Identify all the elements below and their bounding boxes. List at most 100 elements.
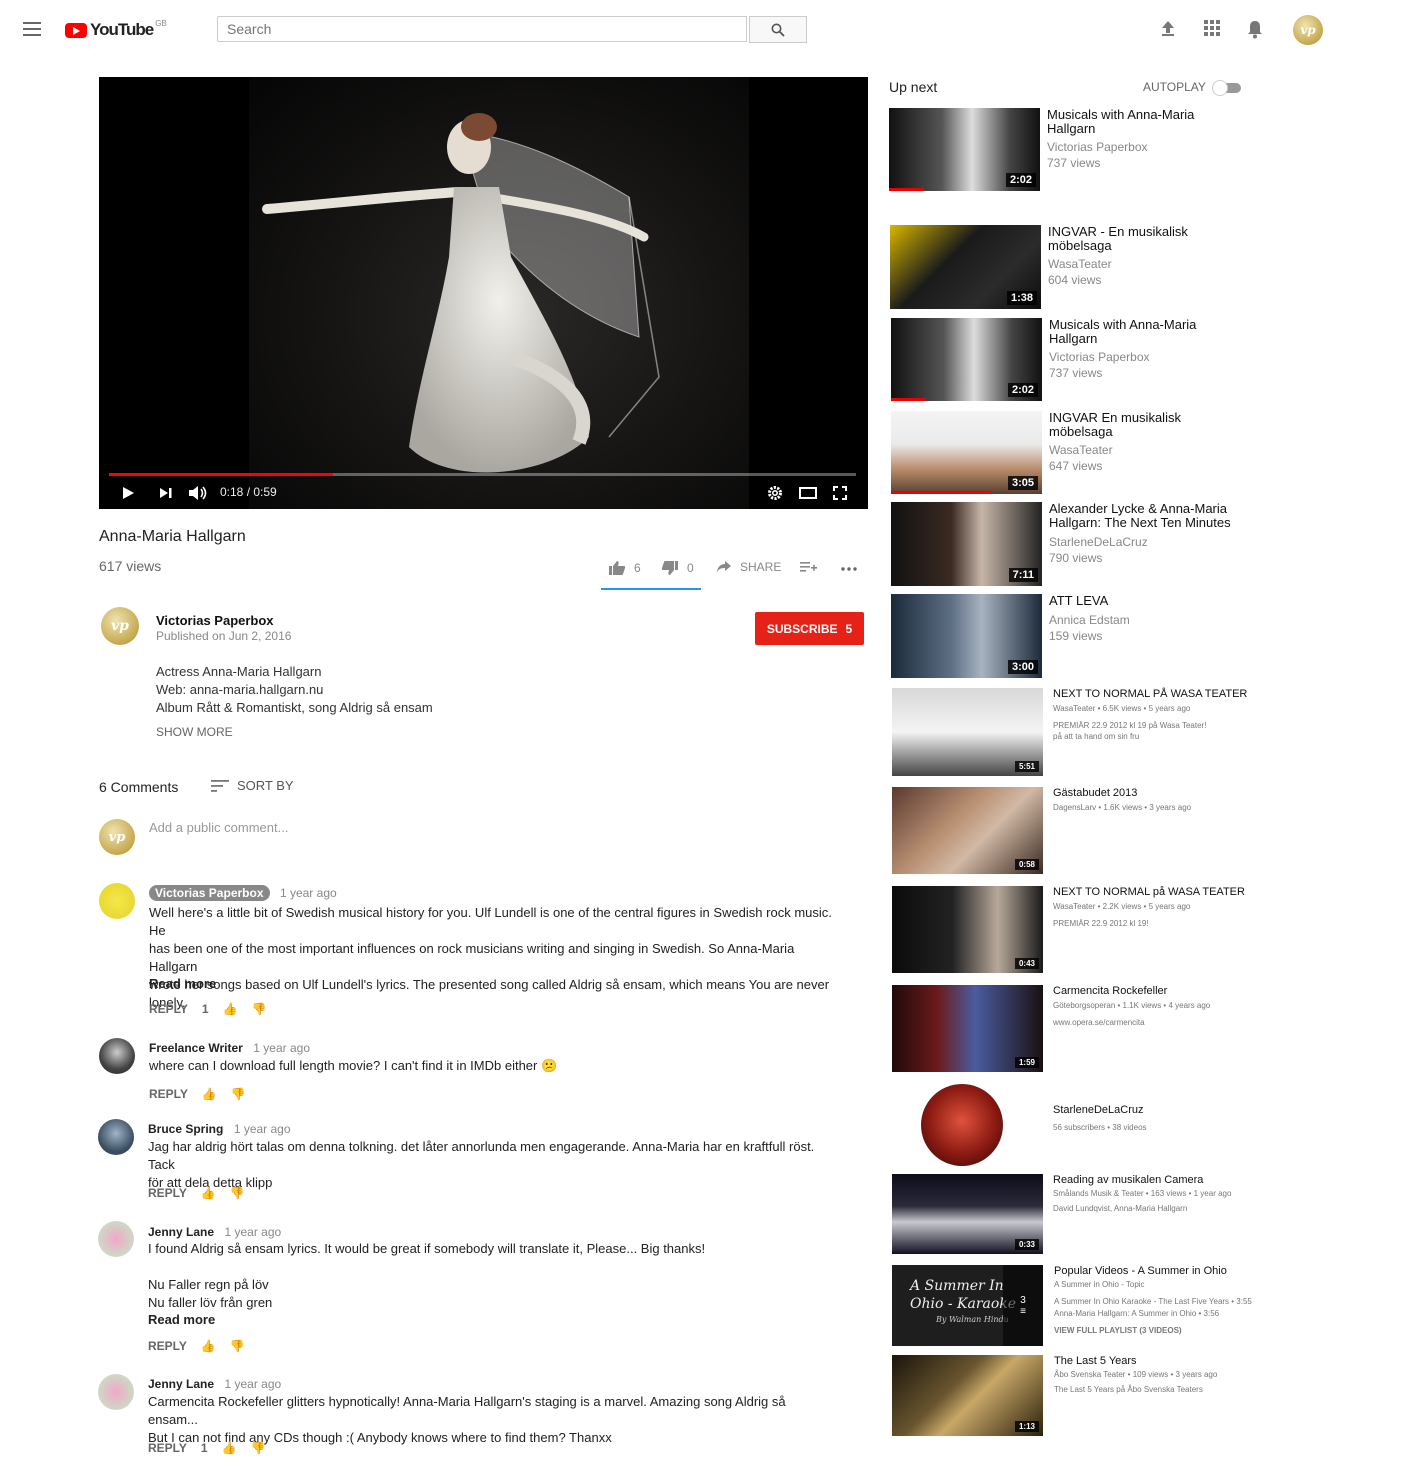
comment-avatar[interactable] (99, 1038, 135, 1074)
reply-button[interactable]: REPLY (149, 1002, 188, 1016)
channel-card-name[interactable]: StarleneDeLaCruz (1053, 1104, 1253, 1116)
reply-button[interactable]: REPLY (148, 1339, 187, 1353)
channel-card-avatar[interactable] (921, 1084, 1003, 1166)
thumbs-down-icon[interactable]: 👎 (230, 1186, 245, 1200)
video-title[interactable]: ATT LEVA (1049, 594, 1239, 608)
thumbs-up-icon[interactable]: 👍 (222, 1441, 237, 1455)
reply-button[interactable]: REPLY (149, 1087, 188, 1101)
sort-by-button[interactable]: SORT BY (211, 778, 294, 793)
playlist-thumbnail[interactable]: A Summer In Ohio - Karaoke By Walman Hin… (892, 1265, 1043, 1346)
comment-avatar[interactable] (98, 1221, 134, 1257)
video-thumbnail[interactable]: 3:00 (891, 594, 1042, 678)
comment-like-count: 1 (200, 1441, 208, 1455)
video-thumbnail[interactable]: 0:43 (892, 886, 1043, 973)
video-channel[interactable]: StarleneDeLaCruz (1049, 535, 1148, 549)
theater-mode-icon[interactable] (799, 487, 817, 502)
show-more-button[interactable]: SHOW MORE (156, 725, 233, 739)
video-player[interactable]: 0:18 / 0:59 (99, 77, 868, 509)
video-title[interactable]: Carmencita Rockefeller (1053, 985, 1253, 997)
video-thumbnail[interactable]: 3:05 (891, 411, 1042, 494)
search-button[interactable] (749, 16, 807, 43)
thumbs-up-icon[interactable]: 👍 (201, 1339, 216, 1353)
video-title[interactable]: Gästabudet 2013 (1053, 787, 1253, 799)
thumbs-up-icon[interactable]: 👍 (223, 1002, 238, 1016)
video-title[interactable]: Popular Videos - A Summer in Ohio (1054, 1265, 1254, 1277)
like-button[interactable]: 6 (608, 560, 641, 576)
video-channel[interactable]: Victorias Paperbox (1049, 350, 1150, 364)
video-thumbnail[interactable]: 7:11 (891, 502, 1042, 586)
comment-time[interactable]: 1 year ago (280, 886, 337, 900)
video-title[interactable]: INGVAR En musikalisk möbelsaga (1049, 411, 1239, 439)
read-more-link[interactable]: Read more (148, 1312, 215, 1327)
comment-author-chip[interactable]: Victorias Paperbox (149, 885, 270, 901)
video-thumbnail[interactable]: 1:59 (892, 985, 1043, 1072)
thumbs-down-icon[interactable]: 👎 (230, 1339, 245, 1353)
autoplay-toggle[interactable] (1212, 80, 1242, 96)
video-title[interactable]: Musicals with Anna-Maria Hallgarn (1047, 108, 1237, 136)
comment-time[interactable]: 1 year ago (224, 1225, 281, 1239)
comment-time[interactable]: 1 year ago (234, 1122, 291, 1136)
account-avatar[interactable]: vp (1293, 15, 1323, 45)
share-button[interactable]: SHARE (716, 560, 781, 574)
video-channel[interactable]: Victorias Paperbox (1047, 140, 1148, 154)
video-title[interactable]: Alexander Lycke & Anna-Maria Hallgarn: T… (1049, 502, 1239, 530)
comment-author[interactable]: Bruce Spring (148, 1122, 223, 1136)
add-to-playlist-icon[interactable] (800, 561, 817, 574)
video-title[interactable]: INGVAR - En musikalisk möbelsaga (1048, 225, 1238, 253)
video-title[interactable]: The Last 5 Years (1054, 1355, 1254, 1367)
apps-grid-icon[interactable] (1203, 19, 1223, 39)
video-thumbnail[interactable]: 0:58 (892, 787, 1043, 874)
channel-name[interactable]: Victorias Paperbox (156, 613, 274, 628)
comment-avatar[interactable] (98, 1119, 134, 1155)
video-thumbnail[interactable]: 1:13 (892, 1355, 1043, 1436)
volume-icon[interactable] (188, 485, 208, 504)
comment-time[interactable]: 1 year ago (224, 1377, 281, 1391)
upload-icon[interactable] (1159, 19, 1179, 39)
read-more-link[interactable]: Read more (149, 976, 216, 991)
view-full-playlist-link[interactable]: VIEW FULL PLAYLIST (3 VIDEOS) (1054, 1325, 1264, 1336)
comment-header: Bruce Spring 1 year ago (148, 1120, 291, 1138)
settings-gear-icon[interactable] (767, 485, 783, 504)
comment-avatar[interactable] (99, 883, 135, 919)
video-duration: 2:02 (1007, 383, 1038, 397)
video-duration: 5:51 (1014, 761, 1039, 772)
comment-line: Well here's a little bit of Swedish musi… (149, 905, 832, 938)
thumbs-down-icon[interactable]: 👎 (231, 1087, 246, 1101)
reply-button[interactable]: REPLY (148, 1441, 187, 1455)
comment-avatar[interactable] (98, 1374, 134, 1410)
notifications-bell-icon[interactable] (1246, 19, 1266, 39)
video-channel[interactable]: WasaTeater (1048, 257, 1112, 271)
thumbs-down-icon[interactable]: 👎 (252, 1002, 267, 1016)
thumbs-down-icon[interactable]: 👎 (251, 1441, 266, 1455)
dislike-button[interactable]: 0 (661, 560, 694, 576)
comment-time[interactable]: 1 year ago (253, 1041, 310, 1055)
video-title[interactable]: Reading av musikalen Camera (1053, 1174, 1253, 1186)
thumbs-up-icon[interactable]: 👍 (201, 1186, 216, 1200)
more-options-icon[interactable] (840, 560, 858, 576)
youtube-logo[interactable]: YouTube GB (65, 19, 167, 40)
video-channel[interactable]: WasaTeater (1049, 443, 1113, 457)
reply-button[interactable]: REPLY (148, 1186, 187, 1200)
commenter-avatar-initials: vp (108, 829, 126, 845)
subscribe-button[interactable]: SUBSCRIBE 5 (755, 612, 864, 645)
play-icon[interactable] (121, 486, 135, 503)
comment-author[interactable]: Jenny Lane (148, 1225, 214, 1239)
video-channel[interactable]: Annica Edstam (1049, 613, 1130, 627)
video-thumbnail[interactable]: 1:38 (890, 225, 1041, 309)
video-thumbnail[interactable]: 2:02 (889, 108, 1040, 191)
video-title[interactable]: NEXT TO NORMAL PÅ WASA TEATER (1053, 688, 1253, 700)
comment-author[interactable]: Jenny Lane (148, 1377, 214, 1391)
comment-author[interactable]: Freelance Writer (149, 1041, 243, 1055)
menu-icon[interactable] (23, 22, 41, 38)
next-icon[interactable] (159, 487, 173, 502)
video-title[interactable]: NEXT TO NORMAL på WASA TEATER (1053, 886, 1253, 898)
search-input[interactable] (217, 16, 747, 42)
channel-avatar[interactable]: vp (101, 607, 139, 645)
video-thumbnail[interactable]: 5:51 (892, 688, 1043, 776)
video-title[interactable]: Musicals with Anna-Maria Hallgarn (1049, 318, 1239, 346)
thumbs-up-icon[interactable]: 👍 (202, 1087, 217, 1101)
add-comment-input[interactable]: Add a public comment... (149, 820, 288, 835)
video-thumbnail[interactable]: 0:33 (892, 1174, 1043, 1254)
video-thumbnail[interactable]: 2:02 (891, 318, 1042, 401)
fullscreen-icon[interactable] (833, 486, 847, 503)
